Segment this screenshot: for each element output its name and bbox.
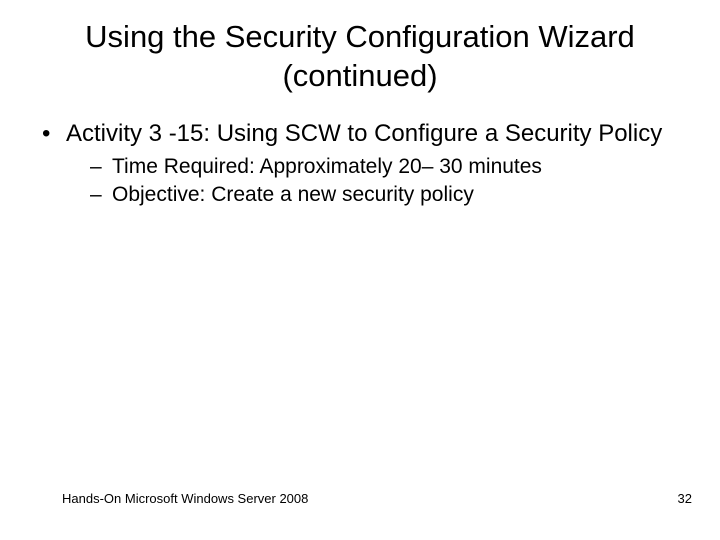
footer-source: Hands-On Microsoft Windows Server 2008 — [62, 491, 308, 506]
bullet-text: Time Required: Approximately 20– 30 minu… — [112, 155, 542, 178]
bullet-text: Objective: Create a new security policy — [112, 183, 474, 206]
slide: Using the Security Configuration Wizard … — [0, 0, 720, 540]
list-item: Activity 3 -15: Using SCW to Configure a… — [36, 118, 680, 210]
list-item: Time Required: Approximately 20– 30 minu… — [90, 153, 680, 181]
bullet-list-level2: Time Required: Approximately 20– 30 minu… — [66, 153, 680, 210]
page-number: 32 — [678, 491, 692, 506]
bullet-list-level1: Activity 3 -15: Using SCW to Configure a… — [36, 118, 680, 210]
slide-title: Using the Security Configuration Wizard … — [0, 0, 720, 96]
slide-body: Activity 3 -15: Using SCW to Configure a… — [0, 118, 720, 210]
bullet-text: Activity 3 -15: Using SCW to Configure a… — [66, 120, 662, 147]
list-item: Objective: Create a new security policy — [90, 181, 680, 209]
